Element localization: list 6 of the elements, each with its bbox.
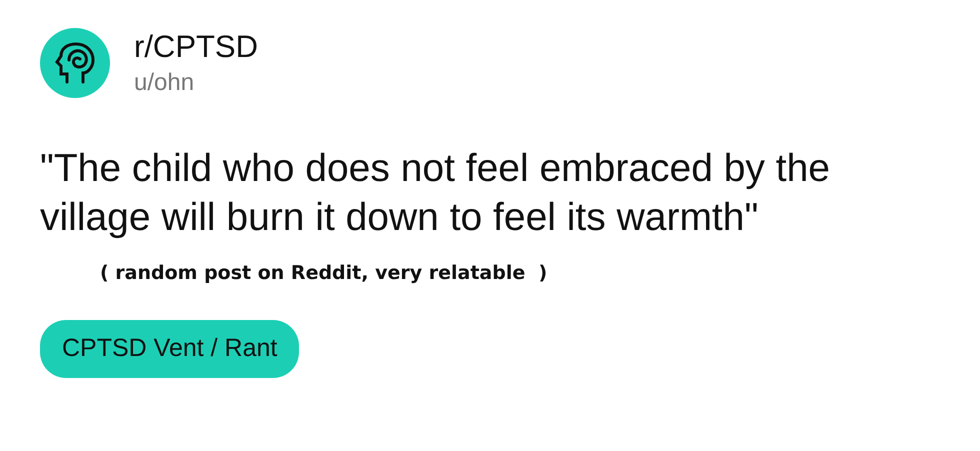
post-title: "The child who does not feel embraced by the village will burn it down to feel its warmth" bbox=[40, 147, 830, 239]
subreddit-name[interactable]: r/CPTSD bbox=[134, 30, 258, 64]
username[interactable]: u/ohn bbox=[134, 70, 258, 96]
flair-tag[interactable]: CPTSD Vent / Rant bbox=[40, 320, 300, 378]
caption-note: ( random post on Reddit, very relatable ) bbox=[100, 262, 548, 284]
head-spiral-icon bbox=[55, 42, 95, 84]
